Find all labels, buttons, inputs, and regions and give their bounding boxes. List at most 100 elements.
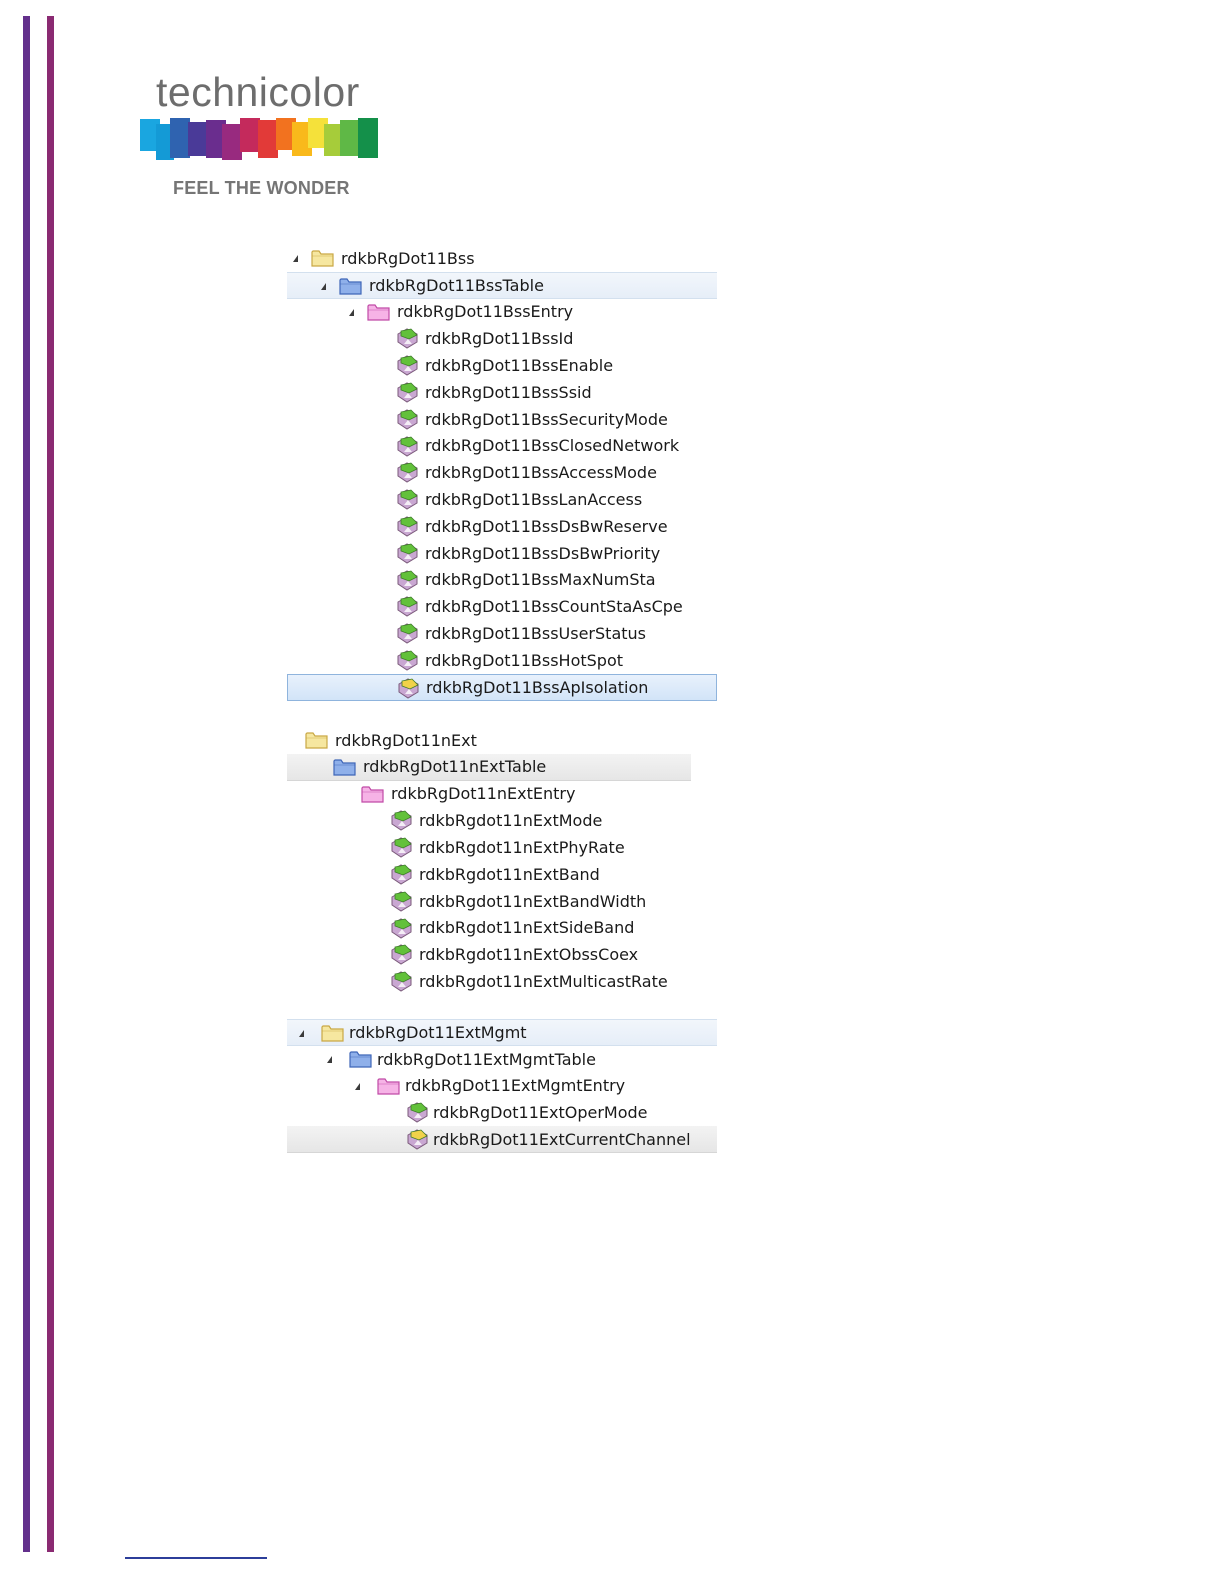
tree-node[interactable]: rdkbRgDot11BssId <box>287 325 717 352</box>
tree-node[interactable]: rdkbRgdot11nExtPhyRate <box>287 834 691 861</box>
tree-node-label: rdkbRgDot11BssTable <box>369 275 544 295</box>
left-accent-bar-magenta <box>47 16 54 1552</box>
folder-blue-icon <box>333 757 356 777</box>
tree-node-label: rdkbRgDot11Bss <box>341 248 475 268</box>
tree-node-label: rdkbRgDot11BssAccessMode <box>425 463 657 483</box>
tree-node-label: rdkbRgDot11BssSecurityMode <box>425 409 668 429</box>
leaf-green-icon <box>395 328 418 349</box>
tree-node-label: rdkbRgDot11BssEnable <box>425 356 614 376</box>
tree-node-label: rdkbRgDot11ExtCurrentChannel <box>433 1129 691 1149</box>
tree-node[interactable]: rdkbRgDot11BssEntry <box>287 299 717 326</box>
tree-node-label: rdkbRgdot11nExtMode <box>419 811 603 831</box>
tree-node-label: rdkbRgDot11nExtTable <box>363 757 547 777</box>
tree-node[interactable]: rdkbRgDot11nExt <box>287 727 691 754</box>
tree-node[interactable]: rdkbRgDot11BssMaxNumSta <box>287 567 717 594</box>
tree-node-label: rdkbRgDot11BssDsBwPriority <box>425 543 661 563</box>
expand-arrow-icon[interactable] <box>349 308 354 316</box>
tree-node[interactable]: rdkbRgDot11ExtMgmt <box>287 1019 717 1046</box>
tree-rdkbRgDot11nExt: rdkbRgDot11nExt rdkbRgDot11nExtTable rdkbR… <box>287 727 691 995</box>
folder-pink-icon <box>361 784 384 804</box>
expand-arrow-icon[interactable] <box>355 1082 360 1090</box>
tree-rdkbRgDot11ExtMgmt: rdkbRgDot11ExtMgmt rdkbRgDot11ExtMgmtTabl… <box>287 1019 717 1153</box>
tree-node-label: rdkbRgdot11nExtObssCoex <box>419 945 639 965</box>
tree-node[interactable]: rdkbRgDot11ExtMgmtTable <box>287 1046 717 1073</box>
left-accent-bar-purple <box>23 16 30 1552</box>
tree-node[interactable]: rdkbRgdot11nExtBandWidth <box>287 888 691 915</box>
tree-node-label: rdkbRgDot11BssUserStatus <box>425 624 646 644</box>
tree-node-label: rdkbRgDot11ExtMgmt <box>349 1022 527 1042</box>
tree-node-label: rdkbRgDot11BssLanAccess <box>425 490 643 510</box>
tree-node-label: rdkbRgdot11nExtSideBand <box>419 918 635 938</box>
tree-node[interactable]: rdkbRgDot11nExtEntry <box>287 781 691 808</box>
tree-node[interactable]: rdkbRgDot11BssLanAccess <box>287 486 717 513</box>
folder-yellow-icon <box>321 1023 344 1043</box>
leaf-green-icon <box>389 837 412 858</box>
leaf-yellow-icon <box>405 1129 428 1150</box>
tree-node-label: rdkbRgdot11nExtBandWidth <box>419 891 647 911</box>
leaf-green-icon <box>389 864 412 885</box>
tree-node[interactable]: rdkbRgDot11Bss <box>287 245 717 272</box>
expand-arrow-icon[interactable] <box>327 1055 332 1063</box>
tree-node[interactable]: rdkbRgdot11nExtMulticastRate <box>287 968 691 995</box>
tree-node[interactable]: rdkbRgDot11ExtCurrentChannel <box>287 1126 717 1153</box>
leaf-green-icon <box>395 596 418 617</box>
tree-node-label: rdkbRgDot11BssClosedNetwork <box>425 436 680 456</box>
tree-node[interactable]: rdkbRgdot11nExtObssCoex <box>287 941 691 968</box>
logo-wordmark: technicolor <box>156 69 360 115</box>
tree-node[interactable]: rdkbRgDot11BssClosedNetwork <box>287 433 717 460</box>
tree-node[interactable]: rdkbRgDot11BssAccessMode <box>287 459 717 486</box>
tree-node-label: rdkbRgDot11ExtMgmtEntry <box>405 1076 626 1096</box>
tree-node[interactable]: rdkbRgdot11nExtBand <box>287 861 691 888</box>
folder-yellow-icon <box>311 248 334 268</box>
folder-pink-icon <box>377 1076 400 1096</box>
leaf-green-icon <box>389 891 412 912</box>
folder-pink-icon <box>367 302 390 322</box>
expand-arrow-icon[interactable] <box>321 282 326 290</box>
tree-node[interactable]: rdkbRgDot11nExtTable <box>287 753 691 781</box>
tree-node[interactable]: rdkbRgDot11BssCountStaAsCpe <box>287 593 717 620</box>
folder-blue-icon <box>349 1049 372 1069</box>
tree-node-label: rdkbRgDot11nExt <box>335 730 477 750</box>
leaf-green-icon <box>395 409 418 430</box>
tree-node-label: rdkbRgDot11BssSsid <box>425 382 592 402</box>
tree-node-label: rdkbRgdot11nExtMulticastRate <box>419 972 668 992</box>
technicolor-logo: technicolor FEEL THE WONDER <box>140 66 380 206</box>
tree-node-label: rdkbRgDot11BssApIsolation <box>426 677 649 697</box>
tree-node[interactable]: rdkbRgDot11BssDsBwReserve <box>287 513 717 540</box>
leaf-green-icon <box>395 650 418 671</box>
tree-node[interactable]: rdkbRgDot11BssSsid <box>287 379 717 406</box>
tree-node-label: rdkbRgDot11BssCountStaAsCpe <box>425 597 683 617</box>
tree-node[interactable]: rdkbRgdot11nExtMode <box>287 807 691 834</box>
leaf-green-icon <box>389 918 412 939</box>
tree-node-label: rdkbRgDot11BssEntry <box>397 302 574 322</box>
folder-blue-icon <box>339 276 362 296</box>
tree-node-label: rdkbRgDot11BssId <box>425 329 574 349</box>
leaf-green-icon <box>389 971 412 992</box>
leaf-green-icon <box>395 382 418 403</box>
tree-node-label: rdkbRgDot11nExtEntry <box>391 784 576 804</box>
expand-arrow-icon[interactable] <box>293 255 298 262</box>
leaf-yellow-icon <box>396 678 419 699</box>
tree-node[interactable]: rdkbRgDot11ExtOperMode <box>287 1099 717 1126</box>
tree-rdkbRgDot11Bss: rdkbRgDot11Bss rdkbRgDot11BssTable rdkbRgD… <box>287 245 717 701</box>
leaf-green-icon <box>395 462 418 483</box>
tree-node-label: rdkbRgdot11nExtBand <box>419 864 600 884</box>
tree-node[interactable]: rdkbRgdot11nExtSideBand <box>287 915 691 942</box>
leaf-green-icon <box>395 355 418 376</box>
tree-node-label: rdkbRgDot11BssDsBwReserve <box>425 516 668 536</box>
tree-node-label: rdkbRgDot11BssMaxNumSta <box>425 570 656 590</box>
tree-node[interactable]: rdkbRgDot11BssHotSpot <box>287 647 717 674</box>
tree-node[interactable]: rdkbRgDot11BssEnable <box>287 352 717 379</box>
expand-arrow-icon[interactable] <box>299 1030 304 1037</box>
tree-node[interactable]: rdkbRgDot11BssUserStatus <box>287 620 717 647</box>
leaf-green-icon <box>395 489 418 510</box>
tree-node-label: rdkbRgDot11ExtMgmtTable <box>377 1049 596 1069</box>
folder-yellow-icon <box>305 730 328 750</box>
tree-node[interactable]: rdkbRgDot11BssSecurityMode <box>287 406 717 433</box>
tree-node[interactable]: rdkbRgDot11BssDsBwPriority <box>287 540 717 567</box>
tree-node[interactable]: rdkbRgDot11ExtMgmtEntry <box>287 1073 717 1100</box>
tree-node[interactable]: rdkbRgDot11BssApIsolation <box>287 673 717 701</box>
tree-node-label: rdkbRgDot11ExtOperMode <box>433 1103 648 1123</box>
leaf-green-icon <box>405 1102 428 1123</box>
tree-node[interactable]: rdkbRgDot11BssTable <box>287 271 717 299</box>
